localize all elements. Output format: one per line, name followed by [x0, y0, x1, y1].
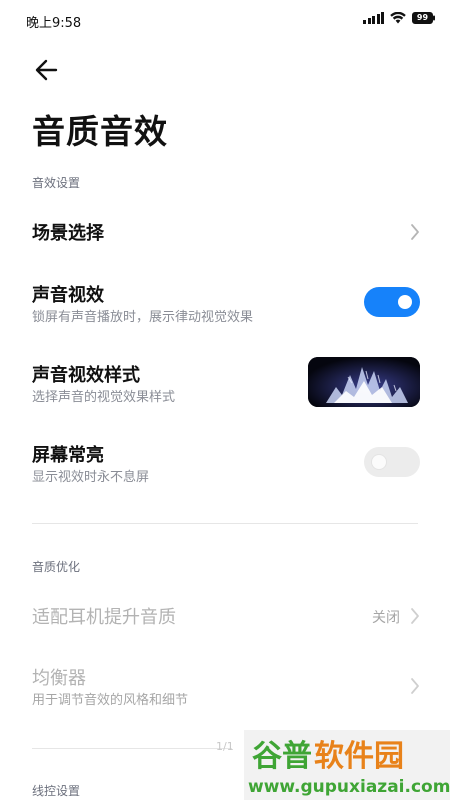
visual-style-title: 声音视效样式 [32, 365, 140, 386]
sound-wave-art [308, 357, 420, 407]
signal-bars-icon [363, 12, 384, 24]
sound-visual-row[interactable]: 声音视效 锁屏有声音播放时，展示律动视觉效果 [0, 272, 450, 334]
status-bar: 晚上9:58 99 [0, 0, 450, 40]
section-header-wire-control: 线控设置 [32, 784, 81, 798]
back-button[interactable] [30, 56, 64, 84]
headphone-adapt-value: 关闭 [372, 610, 400, 626]
section-divider [32, 748, 232, 749]
scene-select-row[interactable]: 场景选择 [0, 205, 450, 260]
visual-style-subtitle: 选择声音的视觉效果样式 [32, 390, 176, 405]
headphone-adapt-title: 适配耳机提升音质 [32, 607, 176, 628]
svg-text:谷普: 谷普 [252, 739, 312, 774]
svg-text:www.gupuxiazai.com: www.gupuxiazai.com [248, 777, 450, 797]
section-header-effects: 音效设置 [32, 176, 81, 190]
chevron-right-icon [411, 678, 419, 694]
toggle-knob [372, 455, 386, 469]
section-divider [32, 523, 418, 524]
scene-select-title: 场景选择 [32, 223, 104, 244]
chevron-right-icon [411, 608, 419, 624]
status-time: 晚上9:58 [26, 16, 82, 31]
back-arrow-icon [35, 59, 58, 81]
toggle-knob [398, 295, 412, 309]
visual-style-row[interactable]: 声音视效样式 选择声音的视觉效果样式 [0, 352, 450, 414]
page-title: 音质音效 [32, 112, 168, 151]
equalizer-subtitle: 用于调节音效的风格和细节 [32, 693, 189, 708]
battery-icon: 99 [412, 12, 436, 24]
equalizer-title: 均衡器 [32, 668, 86, 689]
status-icons: 99 [363, 12, 436, 24]
screen-on-subtitle: 显示视效时永不息屏 [32, 470, 150, 485]
sound-visual-title: 声音视效 [32, 285, 104, 306]
screen-on-row[interactable]: 屏幕常亮 显示视效时永不息屏 [0, 432, 450, 494]
sound-visual-toggle[interactable] [364, 287, 420, 317]
screen-on-toggle[interactable] [364, 447, 420, 477]
battery-level: 99 [416, 13, 429, 22]
headphone-adapt-row[interactable]: 适配耳机提升音质 关闭 [0, 590, 450, 642]
watermark-logo: 谷普 软件园 www.gupuxiazai.com [244, 730, 450, 800]
chevron-right-icon [411, 224, 419, 240]
equalizer-row[interactable]: 均衡器 用于调节音效的风格和细节 [0, 655, 450, 717]
page-indicator: 1/1 [216, 740, 234, 753]
visual-style-thumbnail[interactable] [308, 357, 420, 407]
sound-visual-subtitle: 锁屏有声音播放时，展示律动视觉效果 [32, 310, 254, 325]
svg-text:软件园: 软件园 [314, 739, 404, 774]
section-header-quality: 音质优化 [32, 560, 81, 574]
wifi-icon [390, 12, 406, 24]
screen-on-title: 屏幕常亮 [32, 445, 104, 466]
